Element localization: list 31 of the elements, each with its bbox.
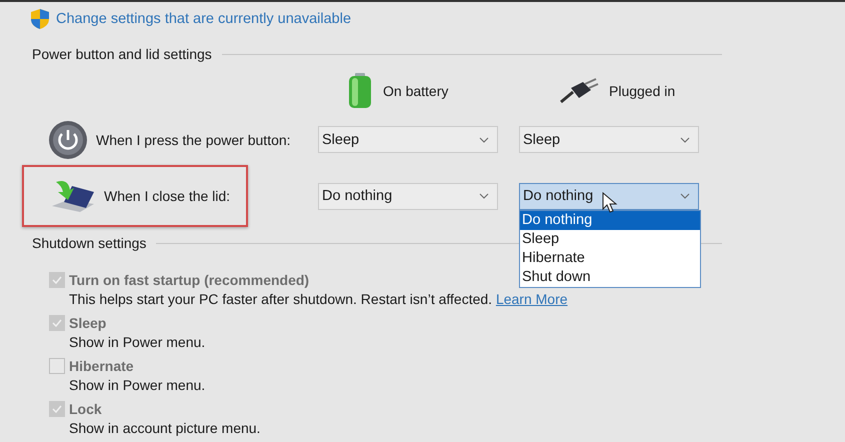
chevron-icon (479, 193, 489, 199)
description: This helps start your PC faster after shutdown. Restart isn’t affected. Learn More (69, 291, 568, 307)
dropdown-option[interactable]: Hibernate (520, 248, 700, 268)
column-header: On battery (383, 83, 448, 99)
dropdown-option[interactable]: Shut down (520, 268, 700, 286)
checkbox-label: Sleep (69, 315, 106, 331)
laptop-icon (50, 178, 96, 214)
chevron-icon (680, 136, 690, 142)
section-title: Power button and lid settings (32, 46, 212, 62)
change-settings-link[interactable]: Change settings that are currently unavailable (56, 11, 352, 27)
dropdown[interactable]: Sleep (318, 126, 498, 153)
checkbox-label: Hibernate (69, 358, 134, 374)
column-header: Plugged in (609, 83, 676, 99)
dropdown[interactable]: Do nothing (318, 182, 498, 210)
description: Show in Power menu. (69, 377, 206, 393)
chevron-icon (479, 136, 489, 142)
setting-label: When I close the lid: (104, 188, 230, 204)
dropdown-option[interactable]: Do nothing (520, 210, 700, 230)
dropdown[interactable]: Sleep (519, 126, 699, 153)
dropdown-option[interactable]: Sleep (520, 230, 700, 248)
description: Show in account picture menu. (69, 420, 260, 436)
chevron-icon (680, 193, 690, 199)
power-icon (48, 120, 88, 160)
description: Show in Power menu. (69, 334, 206, 350)
plug-icon (559, 78, 599, 104)
checkbox-label: Lock (69, 401, 102, 417)
setting-label: When I press the power button: (96, 132, 291, 148)
checkbox-label: Turn on fast startup (recommended) (69, 272, 310, 288)
battery-icon (347, 73, 373, 109)
shield-icon (30, 8, 50, 30)
section-title: Shutdown settings (32, 235, 146, 251)
